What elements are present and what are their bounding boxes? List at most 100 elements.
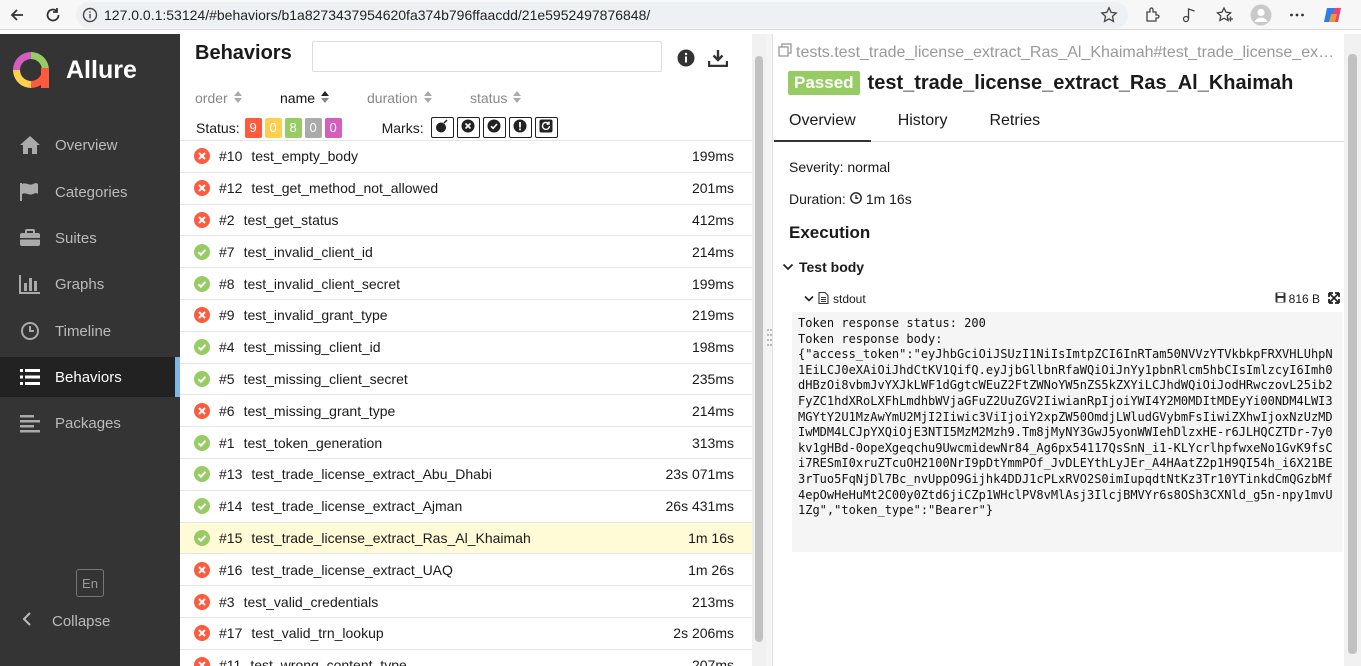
test-row[interactable]: #5 test_missing_client_secret 235ms <box>180 362 752 395</box>
test-duration: 199ms <box>691 275 734 292</box>
new-broken-mark-button[interactable] <box>508 117 532 138</box>
sort-arrows-icon <box>423 90 432 106</box>
url-text: 127.0.0.1:53124/#behaviors/b1a8273437954… <box>104 7 651 23</box>
test-number: #7 <box>219 243 235 260</box>
sort-status[interactable]: status <box>470 90 522 106</box>
language-button[interactable]: En <box>76 569 104 597</box>
test-duration: 198ms <box>691 339 734 356</box>
test-row[interactable]: #11 test_wrong_content_type 207ms <box>180 648 752 666</box>
sidebar: Allure Overview Categories Suites Graphs… <box>0 34 180 666</box>
detail-scrollbar-thumb[interactable] <box>1348 54 1357 654</box>
sidebar-item-behaviors[interactable]: Behaviors <box>0 357 180 397</box>
new-passed-mark-button[interactable] <box>482 117 506 138</box>
test-row[interactable]: #8 test_invalid_client_secret 199ms <box>180 267 752 299</box>
test-name: test_valid_trn_lookup <box>251 625 384 642</box>
bookmark-star-icon[interactable] <box>1100 6 1118 27</box>
test-row[interactable]: #7 test_invalid_client_id 214ms <box>180 235 752 267</box>
sidebar-item-suites[interactable]: Suites <box>0 218 180 258</box>
sidebar-item-packages[interactable]: Packages <box>0 403 180 443</box>
favorites-icon[interactable] <box>1212 3 1238 27</box>
test-row[interactable]: #4 test_missing_client_id 198ms <box>180 330 752 363</box>
passed-status-icon <box>194 243 210 260</box>
clock-icon <box>18 319 42 343</box>
test-duration: 214ms <box>691 243 734 260</box>
test-row[interactable]: #17 test_valid_trn_lookup 2s 206ms <box>180 616 752 649</box>
pane-splitter[interactable] <box>766 34 773 666</box>
address-bar[interactable]: 127.0.0.1:53124/#behaviors/b1a8273437954… <box>76 2 1128 28</box>
sidebar-item-timeline[interactable]: Timeline <box>0 311 180 351</box>
reload-icon[interactable] <box>40 2 66 28</box>
list-scrollbar[interactable] <box>752 34 766 666</box>
test-row[interactable]: #1 test_token_generation 313ms <box>180 426 752 458</box>
skipped-count-badge[interactable]: 0 <box>304 117 322 138</box>
close-circle-icon <box>461 119 475 136</box>
tab-history[interactable]: History <box>883 106 963 142</box>
expand-icon[interactable] <box>1328 291 1340 307</box>
test-row[interactable]: #2 test_get_status 412ms <box>180 203 752 236</box>
download-icon[interactable] <box>708 48 728 68</box>
test-number: #3 <box>219 593 235 610</box>
failed-status-icon <box>194 657 210 666</box>
detail-scrollbar[interactable] <box>1344 34 1361 666</box>
test-name: test_trade_license_extract_Ajman <box>251 498 463 515</box>
test-row[interactable]: #10 test_empty_body 199ms <box>180 140 752 172</box>
align-left-icon <box>18 411 42 435</box>
unknown-count-badge[interactable]: 0 <box>324 117 342 138</box>
test-row[interactable]: #14 test_trade_license_extract_Ajman 26s 4… <box>180 489 752 522</box>
site-info-icon[interactable] <box>76 7 104 23</box>
passed-status-icon <box>194 466 210 483</box>
sort-name[interactable]: name <box>280 90 330 106</box>
test-row[interactable]: #9 test_invalid_grant_type 219ms <box>180 298 752 331</box>
profile-avatar-icon[interactable] <box>1248 3 1274 27</box>
new-failed-mark-button[interactable] <box>456 117 480 138</box>
test-duration: 201ms <box>691 180 734 197</box>
attachment-size: 816 B <box>1275 292 1320 306</box>
stdout-attachment[interactable]: stdout 816 B <box>804 288 1340 310</box>
passed-status-icon <box>194 370 210 387</box>
bomb-icon <box>435 119 449 136</box>
flaky-mark-button[interactable] <box>430 117 454 138</box>
test-duration: 207ms <box>691 657 734 666</box>
test-row[interactable]: #16 test_trade_license_extract_UAQ 1m 26s <box>180 553 752 585</box>
test-name: test_trade_license_extract_UAQ <box>251 561 453 578</box>
tab-retries[interactable]: Retries <box>974 106 1055 142</box>
failed-status-icon <box>194 402 210 419</box>
more-menu-icon[interactable] <box>1284 3 1310 27</box>
tab-overview[interactable]: Overview <box>774 106 871 142</box>
sort-arrows-icon <box>321 90 330 106</box>
failed-count-badge[interactable]: 9 <box>244 117 262 138</box>
list-scrollbar-thumb[interactable] <box>755 56 763 642</box>
test-body-label: Test body <box>799 259 865 275</box>
test-row[interactable]: #6 test_missing_grant_type 214ms <box>180 394 752 426</box>
test-number: #12 <box>219 180 243 197</box>
collapse-button[interactable]: Collapse <box>0 606 180 636</box>
brand[interactable]: Allure <box>0 34 180 106</box>
sidebar-item-categories[interactable]: Categories <box>0 172 180 212</box>
passed-count-badge[interactable]: 8 <box>284 117 302 138</box>
retries-mark-button[interactable] <box>534 117 558 138</box>
back-icon[interactable] <box>4 2 30 28</box>
sort-duration[interactable]: duration <box>367 90 432 106</box>
copilot-icon[interactable] <box>1320 3 1346 27</box>
test-header: Passed test_trade_license_extract_Ras_Al… <box>788 71 1293 95</box>
media-icon[interactable] <box>1176 3 1202 27</box>
sidebar-item-overview[interactable]: Overview <box>0 125 180 165</box>
test-name: test_missing_grant_type <box>243 402 396 419</box>
detail-tabs: Overview History Retries <box>774 106 1344 142</box>
test-row[interactable]: #12 test_get_method_not_allowed 201ms <box>180 171 752 204</box>
test-row[interactable]: #15 test_trade_license_extract_Ras_Al_Kha… <box>180 521 752 554</box>
extensions-icon[interactable] <box>1140 3 1166 27</box>
copy-icon[interactable] <box>778 43 792 62</box>
sidebar-item-graphs[interactable]: Graphs <box>0 264 180 304</box>
test-number: #13 <box>219 466 243 483</box>
severity: Severity: normal <box>789 159 891 175</box>
test-row[interactable]: #3 test_valid_credentials 213ms <box>180 585 752 617</box>
search-input[interactable] <box>312 41 662 72</box>
test-row[interactable]: #13 test_trade_license_extract_Abu_Dhabi 2… <box>180 457 752 490</box>
sort-order[interactable]: order <box>195 90 242 106</box>
broken-count-badge[interactable]: 0 <box>264 117 282 138</box>
failed-status-icon <box>194 180 210 197</box>
info-icon[interactable] <box>676 48 696 68</box>
test-body-toggle[interactable]: Test body <box>782 259 864 275</box>
breadcrumb[interactable]: tests.test_trade_license_extract_Ras_Al_… <box>778 43 1338 62</box>
